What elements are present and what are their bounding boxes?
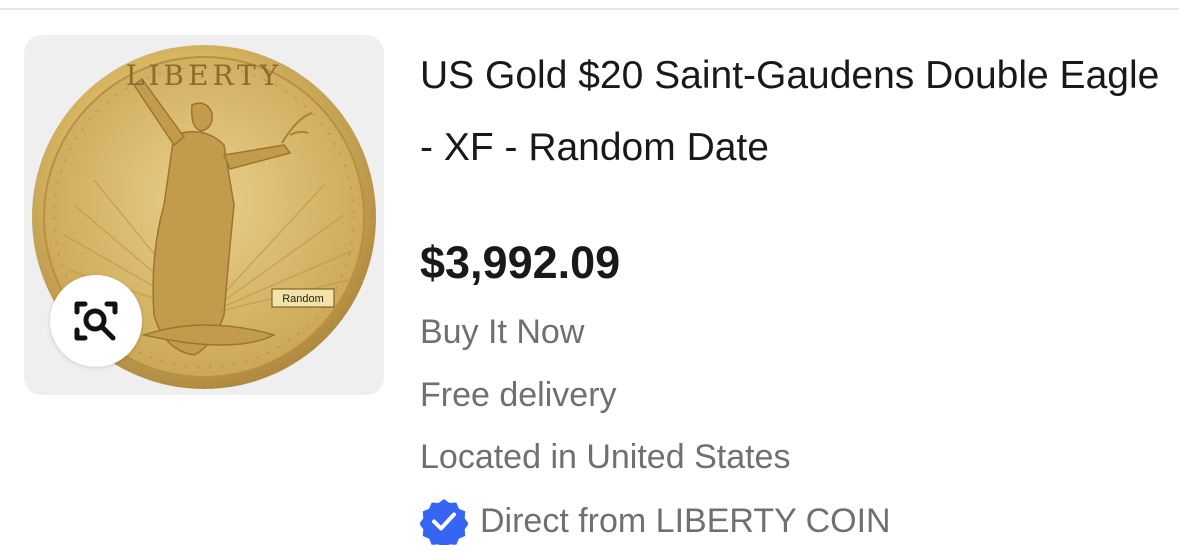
seller-name: Direct from LIBERTY COIN (480, 502, 891, 540)
buying-format: Buy It Now (420, 313, 585, 351)
verified-badge-icon (420, 499, 468, 545)
item-location: Located in United States (420, 438, 791, 476)
random-tag: Random (282, 293, 324, 305)
listing-info: US Gold $20 Saint-Gaudens Double Eagle -… (420, 40, 1160, 545)
listing-card[interactable]: LIBERTY Random US Gold $20 Saint-Gaudens… (0, 0, 1179, 551)
delivery-info: Free delivery (420, 376, 617, 414)
seller-row: Direct from LIBERTY COIN (420, 497, 891, 545)
visual-search-button[interactable] (50, 275, 142, 367)
listing-title[interactable]: US Gold $20 Saint-Gaudens Double Eagle -… (420, 40, 1160, 184)
coin-inscription: LIBERTY (126, 59, 282, 92)
listing-price: $3,992.09 (420, 237, 621, 288)
visual-search-icon (74, 301, 118, 341)
listing-thumbnail[interactable]: LIBERTY Random (24, 35, 384, 395)
